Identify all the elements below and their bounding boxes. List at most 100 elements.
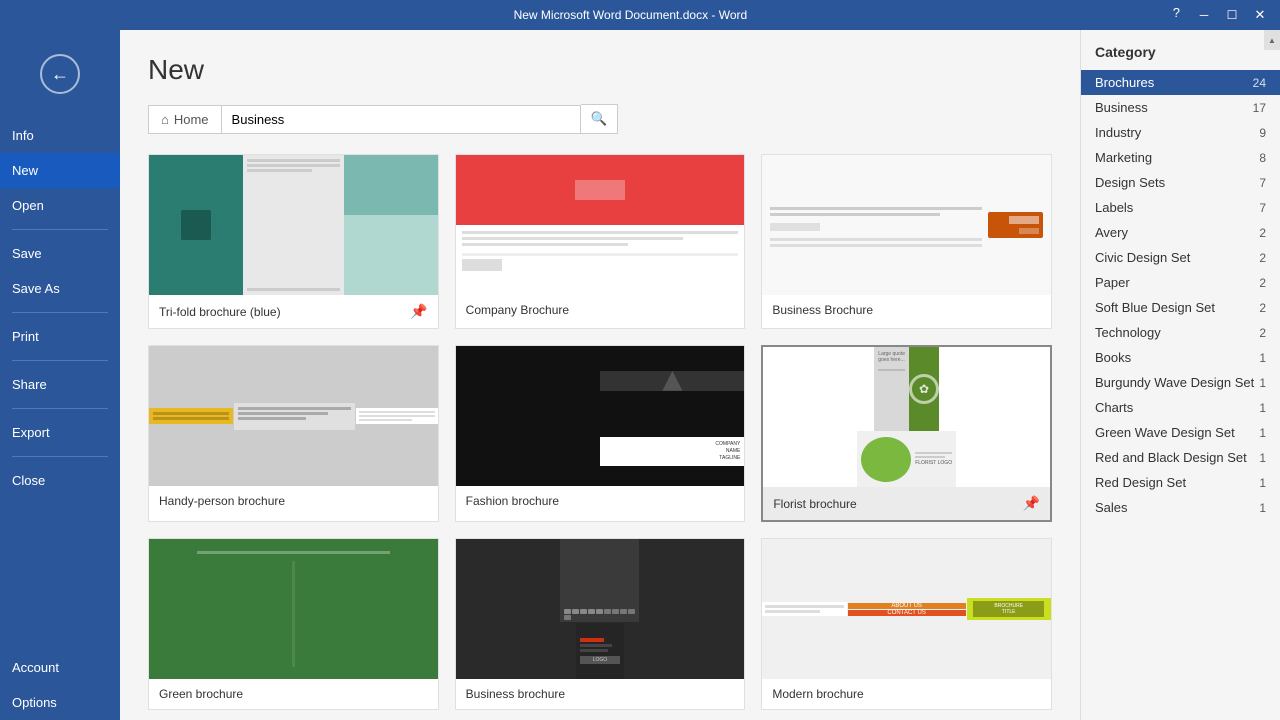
app-body: ← Info New Open Save Save As Print Share… (0, 30, 1280, 720)
window-controls: ? ─ ☐ ✕ (1173, 5, 1272, 25)
category-item-green-wave[interactable]: Green Wave Design Set 1 (1081, 420, 1280, 445)
category-label-labels: Labels (1095, 200, 1133, 215)
template-card-fashion[interactable]: COMPANYNAMETAGLINE Fashion brochure (455, 345, 746, 522)
pin-icon-florist: 📌 (1023, 495, 1040, 512)
category-label-green-wave: Green Wave Design Set (1095, 425, 1235, 440)
sidebar-divider-3 (12, 360, 108, 361)
category-label-red-design-set: Red Design Set (1095, 475, 1186, 490)
back-icon: ← (40, 54, 80, 94)
sidebar-item-options[interactable]: Options (0, 685, 120, 720)
template-card-trifold[interactable]: Tri-fold brochure (blue) 📌 (148, 154, 439, 329)
category-count-design-sets: 7 (1259, 176, 1266, 190)
template-card-green[interactable]: Green brochure (148, 538, 439, 710)
template-card-company[interactable]: Company Brochure (455, 154, 746, 329)
category-item-avery[interactable]: Avery 2 (1081, 220, 1280, 245)
category-count-charts: 1 (1259, 401, 1266, 415)
category-label-red-black: Red and Black Design Set (1095, 450, 1247, 465)
category-label-civic-design-set: Civic Design Set (1095, 250, 1190, 265)
main-area: Sign in New ⌂ Home 🔍 (120, 30, 1080, 720)
category-item-labels[interactable]: Labels 7 (1081, 195, 1280, 220)
template-label-keyboard: Business brochure (456, 679, 745, 709)
category-label-industry: Industry (1095, 125, 1141, 140)
template-thumb-orange: ABOUT US CONTACT US BROCHURETITLE (762, 539, 1051, 679)
category-count-soft-blue-design-set: 2 (1259, 301, 1266, 315)
category-item-red-design-set[interactable]: Red Design Set 1 (1081, 470, 1280, 495)
template-thumb-business (762, 155, 1051, 295)
category-item-burgundy-wave[interactable]: Burgundy Wave Design Set 1 (1081, 370, 1280, 395)
category-count-technology: 2 (1259, 326, 1266, 340)
search-icon: 🔍 (591, 111, 608, 126)
sidebar-item-new[interactable]: New (0, 153, 120, 188)
template-label-handy: Handy-person brochure (149, 486, 438, 516)
back-button[interactable]: ← (32, 46, 88, 102)
template-label-trifold: Tri-fold brochure (blue) 📌 (149, 295, 438, 328)
category-label-burgundy-wave: Burgundy Wave Design Set (1095, 375, 1254, 390)
sidebar-divider-5 (12, 456, 108, 457)
template-thumb-trifold (149, 155, 438, 295)
category-item-civic-design-set[interactable]: Civic Design Set 2 (1081, 245, 1280, 270)
sidebar-spacer (0, 498, 120, 650)
sidebar-item-export[interactable]: Export (0, 415, 120, 450)
sidebar-item-account[interactable]: Account (0, 650, 120, 685)
sidebar-item-close[interactable]: Close (0, 463, 120, 498)
close-button[interactable]: ✕ (1248, 5, 1272, 25)
category-count-sales: 1 (1259, 501, 1266, 515)
minimize-button[interactable]: ─ (1192, 5, 1216, 25)
template-thumb-handy (149, 346, 438, 486)
category-item-soft-blue-design-set[interactable]: Soft Blue Design Set 2 (1081, 295, 1280, 320)
category-count-avery: 2 (1259, 226, 1266, 240)
category-item-red-black[interactable]: Red and Black Design Set 1 (1081, 445, 1280, 470)
category-count-brochures: 24 (1253, 76, 1266, 90)
category-label-brochures: Brochures (1095, 75, 1154, 90)
category-item-sales[interactable]: Sales 1 (1081, 495, 1280, 520)
sidebar-item-save[interactable]: Save (0, 236, 120, 271)
category-item-paper[interactable]: Paper 2 (1081, 270, 1280, 295)
sidebar-divider-4 (12, 408, 108, 409)
category-count-red-design-set: 1 (1259, 476, 1266, 490)
home-label: Home (174, 112, 209, 127)
template-card-orange[interactable]: ABOUT US CONTACT US BROCHURETITLE Modern… (761, 538, 1052, 710)
template-label-florist: Florist brochure 📌 (763, 487, 1050, 520)
category-label-technology: Technology (1095, 325, 1161, 340)
category-item-industry[interactable]: Industry 9 (1081, 120, 1280, 145)
templates-grid: Tri-fold brochure (blue) 📌 (148, 154, 1052, 710)
category-item-brochures[interactable]: Brochures 24 (1081, 70, 1280, 95)
home-button[interactable]: ⌂ Home (148, 105, 221, 134)
category-count-red-black: 1 (1259, 451, 1266, 465)
help-icon: ? (1173, 5, 1180, 25)
template-label-green: Green brochure (149, 679, 438, 709)
category-item-design-sets[interactable]: Design Sets 7 (1081, 170, 1280, 195)
search-button[interactable]: 🔍 (581, 104, 619, 134)
template-card-florist[interactable]: Large quotegoes here... ✿ (761, 345, 1052, 522)
category-item-marketing[interactable]: Marketing 8 (1081, 145, 1280, 170)
category-item-technology[interactable]: Technology 2 (1081, 320, 1280, 345)
template-thumb-fashion: COMPANYNAMETAGLINE (456, 346, 745, 486)
template-thumb-company (456, 155, 745, 295)
template-label-fashion: Fashion brochure (456, 486, 745, 516)
category-label-marketing: Marketing (1095, 150, 1152, 165)
sidebar-item-open[interactable]: Open (0, 188, 120, 223)
search-bar: ⌂ Home 🔍 (148, 104, 1052, 134)
category-title: Category (1081, 30, 1280, 70)
search-input[interactable] (221, 105, 581, 134)
sidebar-item-info[interactable]: Info (0, 118, 120, 153)
template-card-handy[interactable]: Handy-person brochure (148, 345, 439, 522)
template-thumb-florist: Large quotegoes here... ✿ (763, 347, 1050, 487)
category-count-marketing: 8 (1259, 151, 1266, 165)
category-item-books[interactable]: Books 1 (1081, 345, 1280, 370)
category-count-green-wave: 1 (1259, 426, 1266, 440)
pin-icon-trifold: 📌 (410, 303, 427, 320)
restore-button[interactable]: ☐ (1220, 5, 1244, 25)
sidebar-item-save-as[interactable]: Save As (0, 271, 120, 306)
category-label-charts: Charts (1095, 400, 1133, 415)
template-card-keyboard[interactable]: LOGO Business brochure (455, 538, 746, 710)
category-item-charts[interactable]: Charts 1 (1081, 395, 1280, 420)
category-count-burgundy-wave: 1 (1259, 376, 1266, 390)
category-item-business[interactable]: Business 17 (1081, 95, 1280, 120)
template-label-business: Business Brochure (762, 295, 1051, 325)
sidebar-item-share[interactable]: Share (0, 367, 120, 402)
sidebar-item-print[interactable]: Print (0, 319, 120, 354)
template-card-business[interactable]: Business Brochure (761, 154, 1052, 329)
category-scroll-up[interactable]: ▲ (1264, 30, 1280, 50)
page-title: New (148, 54, 1052, 86)
